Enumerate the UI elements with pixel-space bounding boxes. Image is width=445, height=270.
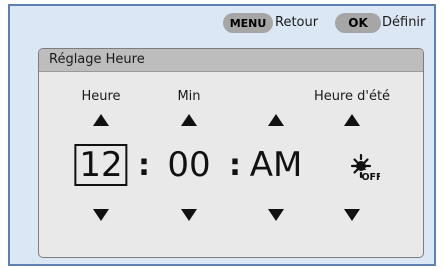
dst-off-sun-icon[interactable]: OFF [350, 153, 380, 183]
dst-column-label: Heure d'été [313, 89, 391, 104]
time-setting-screen: MENU Retour OK Définir Réglage Heure Heu… [8, 4, 436, 266]
dst-value-text: OFF [361, 172, 380, 183]
minute-up-arrow-icon[interactable] [181, 114, 197, 126]
minute-down-arrow-icon[interactable] [181, 209, 197, 221]
ok-key-badge[interactable]: OK [335, 13, 381, 33]
hour-minute-separator: : [138, 148, 150, 183]
ampm-down-arrow-icon[interactable] [268, 209, 284, 221]
time-setting-panel: Réglage Heure Heure Min Heure d'été 12 :… [38, 48, 424, 258]
ampm-value-field[interactable]: AM [250, 145, 303, 185]
ampm-up-arrow-icon[interactable] [268, 114, 284, 126]
panel-title: Réglage Heure [39, 49, 423, 72]
menu-key-badge[interactable]: MENU [223, 13, 273, 33]
hour-up-arrow-icon[interactable] [93, 114, 109, 126]
minute-column-label: Min [177, 89, 201, 104]
minute-value-field[interactable]: 00 [167, 145, 210, 185]
button-guide-bar: MENU Retour OK Définir [10, 13, 434, 35]
set-action-label: Définir [382, 15, 426, 30]
minute-ampm-separator: : [229, 148, 241, 183]
hour-value-field[interactable]: 12 [74, 144, 128, 186]
dst-down-arrow-icon[interactable] [344, 209, 360, 221]
hour-column-label: Heure [81, 89, 121, 104]
back-action-label: Retour [275, 15, 319, 30]
hour-down-arrow-icon[interactable] [93, 209, 109, 221]
dst-up-arrow-icon[interactable] [344, 114, 360, 126]
